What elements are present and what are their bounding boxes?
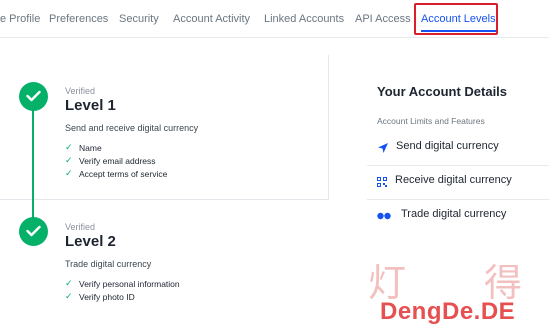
qr-code-icon [377, 177, 387, 187]
feature-divider [367, 199, 549, 200]
account-details-subtitle: Account Limits and Features [377, 116, 485, 126]
tab-account-activity[interactable]: Account Activity [173, 13, 250, 25]
check-icon: ✓ [65, 278, 73, 288]
level-1-requirement: ✓ Name [65, 142, 102, 153]
level-2-requirement: ✓ Verify photo ID [65, 291, 135, 302]
tab-linked-accounts[interactable]: Linked Accounts [264, 13, 344, 25]
level-timeline-line [32, 96, 34, 231]
level-2-check-icon [19, 217, 48, 246]
level-1-check-icon [19, 82, 48, 111]
feature-receive-digital-currency: Receive digital currency [377, 168, 549, 201]
level-2-title: Level 2 [65, 233, 116, 250]
level-2-description: Trade digital currency [65, 259, 152, 269]
level-1-requirement: ✓ Verify email address [65, 155, 156, 166]
level-2-requirement: ✓ Verify personal information [65, 278, 180, 289]
tab-profile[interactable]: e Profile [0, 13, 40, 25]
check-icon: ✓ [65, 168, 73, 178]
tab-security[interactable]: Security [119, 13, 159, 25]
check-icon: ✓ [65, 142, 73, 152]
active-tab-highlight-box [414, 3, 498, 35]
watermark-text: DengDe.DE [380, 298, 516, 325]
tab-preferences[interactable]: Preferences [49, 13, 108, 25]
check-icon: ✓ [65, 291, 73, 301]
feature-divider [367, 165, 549, 166]
tab-api-access[interactable]: API Access [355, 13, 411, 25]
check-icon: ✓ [65, 155, 73, 165]
level-1-description: Send and receive digital currency [65, 123, 199, 133]
account-details-title: Your Account Details [377, 84, 508, 99]
send-arrow-icon [378, 143, 388, 153]
level-1-requirement: ✓ Accept terms of service [65, 168, 168, 179]
trade-dots-icon [377, 212, 391, 220]
feature-send-digital-currency: Send digital currency [377, 134, 549, 167]
level-1-status: Verified [65, 86, 96, 96]
level-1-title: Level 1 [65, 97, 116, 114]
level-2-status: Verified [65, 222, 96, 232]
feature-trade-digital-currency: Trade digital currency [377, 202, 549, 235]
